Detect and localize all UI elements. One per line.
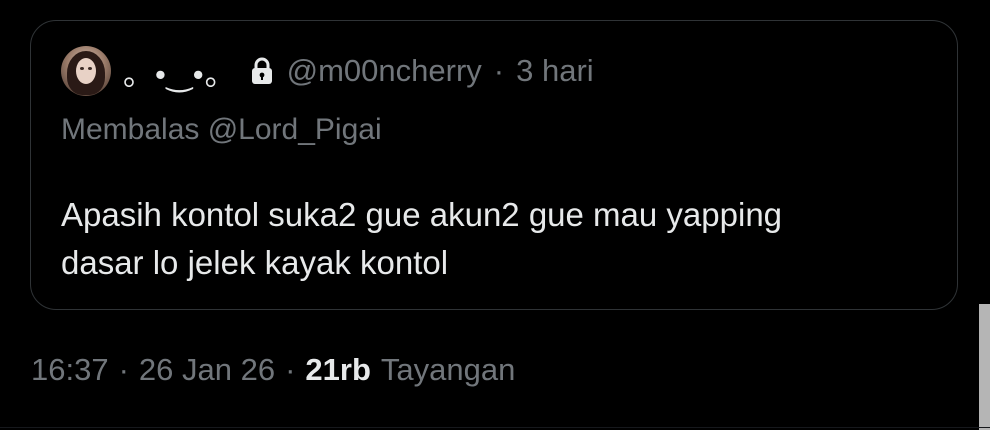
separator-dot: · — [493, 53, 505, 88]
display-name[interactable]: 。•‿•。 — [123, 49, 237, 94]
quoted-tweet-card[interactable]: 。•‿•。 @m00ncherry · 3 hari Membalas @Lor… — [30, 20, 958, 310]
time-ago[interactable]: 3 hari — [516, 53, 594, 89]
handle[interactable]: @m00ncherry — [287, 53, 482, 89]
tweet-text-line: dasar lo jelek kayak kontol — [61, 244, 449, 281]
divider — [0, 427, 990, 428]
tweet-text: Apasih kontol suka2 gue akun2 gue mau ya… — [61, 191, 921, 287]
avatar[interactable] — [61, 46, 111, 96]
lock-icon — [249, 57, 275, 85]
separator-dot: · — [118, 352, 129, 387]
post-time[interactable]: 16:37 — [31, 352, 109, 388]
scrollbar[interactable] — [979, 304, 990, 430]
reply-to-line[interactable]: Membalas @Lord_Pigai — [61, 113, 382, 147]
tweet-meta: 16:37 · 26 Jan 26 · 21rb Tayangan — [31, 348, 515, 392]
tweet-text-line: Apasih kontol suka2 gue akun2 gue mau ya… — [61, 196, 783, 233]
views-count: 21rb — [305, 352, 371, 387]
post-date[interactable]: 26 Jan 26 — [139, 352, 275, 388]
quoted-tweet-header: 。•‿•。 @m00ncherry · 3 hari — [61, 44, 594, 98]
separator-dot: · — [285, 352, 296, 387]
views-label: Tayangan — [380, 352, 516, 387]
